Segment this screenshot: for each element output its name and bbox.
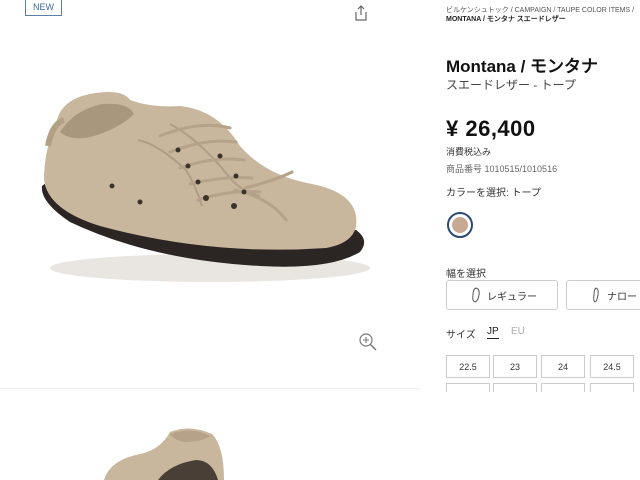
width-option-regular[interactable]: レギュラー: [446, 280, 558, 310]
foot-regular-icon: [472, 287, 480, 303]
share-icon[interactable]: [352, 4, 370, 22]
color-label: カラーを選択: トープ: [446, 188, 541, 199]
size-option[interactable]: [590, 383, 634, 392]
size-option[interactable]: 24.5: [590, 355, 634, 378]
width-option-narrow[interactable]: ナロー: [566, 280, 640, 310]
product-price: ¥ 26,400: [446, 116, 536, 141]
page-title: Montana / モンタナ: [446, 57, 599, 76]
product-subtitle: スエードレザー - トープ: [446, 78, 576, 92]
shoe-second-image[interactable]: [100, 420, 240, 480]
size-option[interactable]: 22.5: [446, 355, 490, 378]
product-gallery: NEW: [0, 0, 420, 480]
tab-size-jp[interactable]: JP: [487, 326, 499, 339]
new-badge: NEW: [25, 0, 62, 16]
size-option[interactable]: [446, 383, 490, 392]
width-option-label: レギュラー: [487, 291, 537, 303]
width-option-label: ナロー: [607, 291, 637, 303]
shoe-main-image[interactable]: [30, 80, 375, 300]
size-option[interactable]: 23: [493, 355, 537, 378]
zoom-in-icon[interactable]: [358, 332, 378, 352]
tax-note: 消費税込み: [446, 147, 492, 157]
width-label: 幅を選択: [446, 269, 486, 280]
color-swatch-taupe[interactable]: [447, 212, 473, 238]
size-option[interactable]: [493, 383, 537, 392]
gallery-divider: [0, 388, 420, 389]
breadcrumb-current: MONTANA / モンタナ スエードレザー: [446, 16, 566, 23]
item-number: 商品番号 1010515/1010516: [446, 164, 558, 174]
size-option[interactable]: 24: [541, 355, 585, 378]
color-swatch-fill: [452, 217, 468, 233]
size-label: サイズ: [446, 330, 476, 341]
tab-size-eu[interactable]: EU: [511, 326, 525, 337]
foot-narrow-icon: [593, 287, 599, 303]
size-option[interactable]: [541, 383, 585, 392]
product-details: ビルケンシュトック / CAMPAIGN / TAUPE COLOR ITEMS…: [446, 0, 640, 392]
